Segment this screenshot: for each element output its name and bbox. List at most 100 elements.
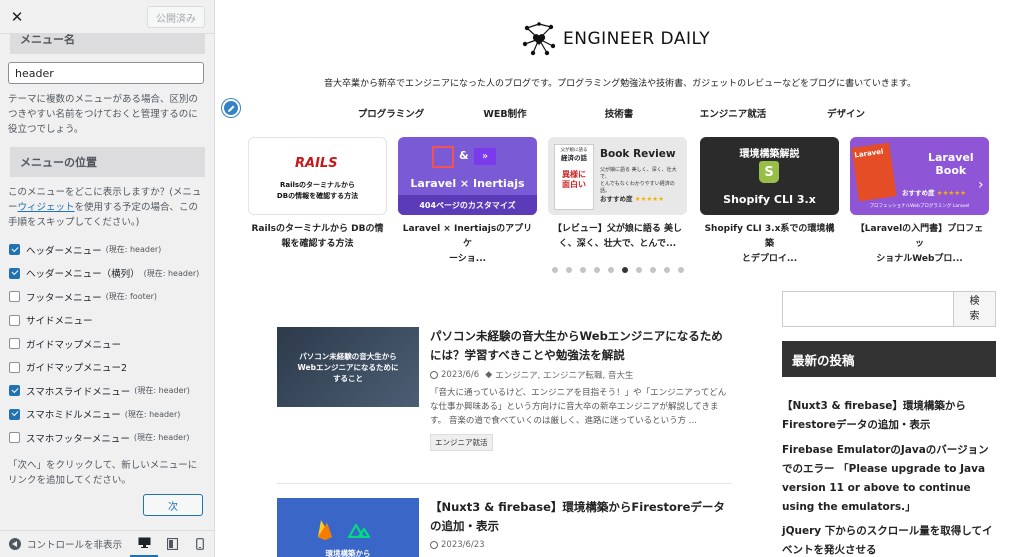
slide-caption: 【レビュー】父が娘に語る 美し く、深く、壮大で、とんで...: [548, 222, 687, 252]
slider-dot[interactable]: [664, 267, 670, 273]
book-cover: 父が娘に語る 経済の話 異様に 面白い: [554, 144, 594, 210]
slider-dot[interactable]: [552, 267, 558, 273]
recent-posts-heading: 最新の投稿: [782, 341, 996, 377]
slide-caption-line: く、深く、壮大で、とんで...: [558, 239, 677, 249]
location-checkbox-footer[interactable]: フッターメニュー (現在: footer): [9, 285, 214, 309]
publish-button[interactable]: 公開済み: [147, 6, 205, 28]
location-label: スマホスライドメニュー: [26, 386, 131, 398]
location-checkbox-header-row[interactable]: ヘッダーメニュー（横列） (現在: header): [9, 262, 214, 286]
hide-controls-label: コントロールを非表示: [27, 540, 123, 551]
slide-image: 環境構築解説 S Shopify CLI 3.x: [700, 137, 839, 215]
post-card[interactable]: パソコン未経験の音大生から Webエンジニアになるために すること パソコン未経…: [277, 327, 732, 477]
book-cover-text: 面白い: [562, 180, 586, 189]
checkbox[interactable]: [9, 314, 20, 326]
search-input[interactable]: [782, 291, 954, 327]
checkbox[interactable]: [9, 361, 20, 373]
slide-card[interactable]: & » Laravel × Inertiajs 404ページのカスタマイズ La…: [398, 137, 537, 267]
location-note: (現在: header): [133, 433, 190, 443]
hide-controls-button[interactable]: コントロールを非表示: [0, 537, 130, 551]
slide-image-subtitle: Shopify CLI 3.x: [723, 193, 816, 206]
location-checkbox-guide-map[interactable]: ガイドマップメニュー: [9, 332, 214, 356]
nav-item-job-hunting[interactable]: エンジニア就活: [700, 106, 767, 120]
menu-name-input[interactable]: [8, 62, 204, 84]
location-label: フッターメニュー: [26, 292, 102, 304]
slider-dot[interactable]: [622, 267, 628, 273]
post-title[interactable]: パソコン未経験の音大生からWebエンジニアになるためには？学習すべきことや勉強法…: [430, 327, 732, 365]
slide-card[interactable]: 環境構築解説 S Shopify CLI 3.x Shopify CLI 3.x…: [700, 137, 839, 267]
thumb-text-line: Webエンジニアになるために: [297, 363, 399, 372]
checkbox[interactable]: [9, 385, 20, 397]
checkbox[interactable]: [9, 291, 20, 303]
slide-image-title: Book Review: [600, 148, 676, 160]
slider-pagination: [552, 267, 692, 273]
location-label: スマホミドルメニュー: [26, 410, 121, 422]
slider-dot[interactable]: [594, 267, 600, 273]
recent-post-link[interactable]: Firebase EmulatorのJavaのバージョンでのエラー 「Pleas…: [782, 441, 996, 517]
close-icon[interactable]: ✕: [0, 0, 34, 34]
thumb-text-line: パソコン未経験の音大生から: [299, 352, 397, 361]
post-thumbnail-text: 環境構築から: [325, 549, 371, 557]
slider-dot[interactable]: [636, 267, 642, 273]
rating-label: おすすめ度: [600, 195, 633, 203]
nav-item-programming[interactable]: プログラミング: [358, 106, 425, 120]
slider-dot[interactable]: [608, 267, 614, 273]
nav-item-design[interactable]: デザイン: [827, 106, 865, 120]
rating-label: おすすめ度: [902, 189, 935, 197]
site-tagline: 音大卒業から新卒でエンジニアになった人のブログです。プログラミング勉強法や技術書…: [324, 79, 916, 89]
post-meta: 2023/6/23: [430, 540, 732, 550]
post-thumbnail-text: パソコン未経験の音大生から Webエンジニアになるために すること: [277, 351, 419, 384]
post-title[interactable]: 【Nuxt3 & firebase】環境構築からFirestoreデータの追加・…: [430, 498, 732, 536]
nav-item-books[interactable]: 技術書: [605, 106, 634, 120]
post-category-badge[interactable]: エンジニア就活: [430, 434, 493, 451]
slider-next-arrow-icon[interactable]: ›: [978, 177, 984, 193]
checkbox[interactable]: [9, 267, 20, 279]
site-preview: ENGINEER DAILY 音大卒業から新卒でエンジニアになった人のブログです…: [216, 0, 1024, 557]
slide-caption-line: Railsのターミナルから DBの情: [251, 224, 384, 234]
slider-dot[interactable]: [580, 267, 586, 273]
tag-icon: ◆: [485, 370, 493, 380]
tablet-preview-icon[interactable]: [158, 531, 186, 557]
location-checkbox-sp-footer[interactable]: スマホフッターメニュー (現在: header): [9, 426, 214, 450]
next-button[interactable]: 次: [143, 494, 203, 516]
checkbox[interactable]: [9, 338, 20, 350]
mobile-preview-icon[interactable]: [186, 531, 214, 557]
search-button[interactable]: 検索: [954, 291, 996, 327]
customizer-header: ✕ 公開済み: [0, 0, 214, 34]
slide-card[interactable]: RAILS Railsのターミナルから DBの情報を確認する方法 Railsのター…: [248, 137, 387, 252]
slide-card[interactable]: 父が娘に語る 経済の話 異様に 面白い Book Review 父が娘に語る 美…: [548, 137, 687, 252]
slide-image-line: Book: [935, 164, 967, 177]
location-checkbox-side[interactable]: サイドメニュー: [9, 309, 214, 333]
checkbox[interactable]: [9, 408, 20, 420]
slide-image-title: Laravel Book: [928, 151, 974, 177]
slide-card[interactable]: Laravel Laravel Book おすすめ度 ★★★★★ プロフェッショナ…: [850, 137, 989, 267]
slider-dot[interactable]: [566, 267, 572, 273]
site-logo[interactable]: ENGINEER DAILY: [521, 22, 710, 56]
location-checkbox-sp-middle[interactable]: スマホミドルメニュー (現在: header): [9, 403, 214, 427]
slider-dot[interactable]: [678, 267, 684, 273]
checkbox[interactable]: [9, 432, 20, 444]
clock-icon: [430, 371, 438, 379]
location-checkbox-guide-map-2[interactable]: ガイドマップメニュー2: [9, 356, 214, 380]
post-thumbnail[interactable]: 環境構築から: [277, 498, 419, 557]
recent-post-link[interactable]: 【Nuxt3 & firebase】環境構築からFirestoreデータの追加・…: [782, 397, 996, 435]
slide-caption-line: 報を確認する方法: [281, 239, 354, 249]
slide-caption: Shopify CLI 3.x系での環境構築 とデプロイ...: [700, 222, 839, 267]
recent-post-link[interactable]: jQuery 下からのスクロール量を取得してイベントを発火させる: [782, 522, 996, 557]
checkbox[interactable]: [9, 244, 20, 256]
location-checkbox-sp-slide[interactable]: スマホスライドメニュー (現在: header): [9, 379, 214, 403]
post-card[interactable]: 環境構築から 【Nuxt3 & firebase】環境構築からFirestore…: [277, 498, 732, 557]
slide-caption: Laravel × Inertiajsのアプリケ ーショ...: [398, 222, 537, 267]
location-checkbox-header[interactable]: ヘッダーメニュー (現在: header): [9, 238, 214, 262]
location-note: (現在: header): [143, 268, 200, 278]
post-thumbnail[interactable]: パソコン未経験の音大生から Webエンジニアになるために すること: [277, 327, 419, 407]
widget-link[interactable]: ウィジェット: [18, 202, 75, 213]
slide-image-line: Laravel: [928, 151, 974, 164]
post-body: パソコン未経験の音大生からWebエンジニアになるためには？学習すべきことや勉強法…: [430, 327, 732, 451]
firebase-flame-icon: [317, 518, 333, 540]
post-tags[interactable]: エンジニア, エンジニア転職, 音大生: [495, 369, 633, 381]
slide-caption-line: とデプロイ...: [741, 254, 798, 264]
nav-item-web[interactable]: WEB制作: [483, 106, 526, 120]
slider-dot[interactable]: [650, 267, 656, 273]
slide-caption-line: 【Laravelの入門書】プロフェッ: [855, 224, 984, 249]
desktop-preview-icon[interactable]: [130, 531, 158, 557]
